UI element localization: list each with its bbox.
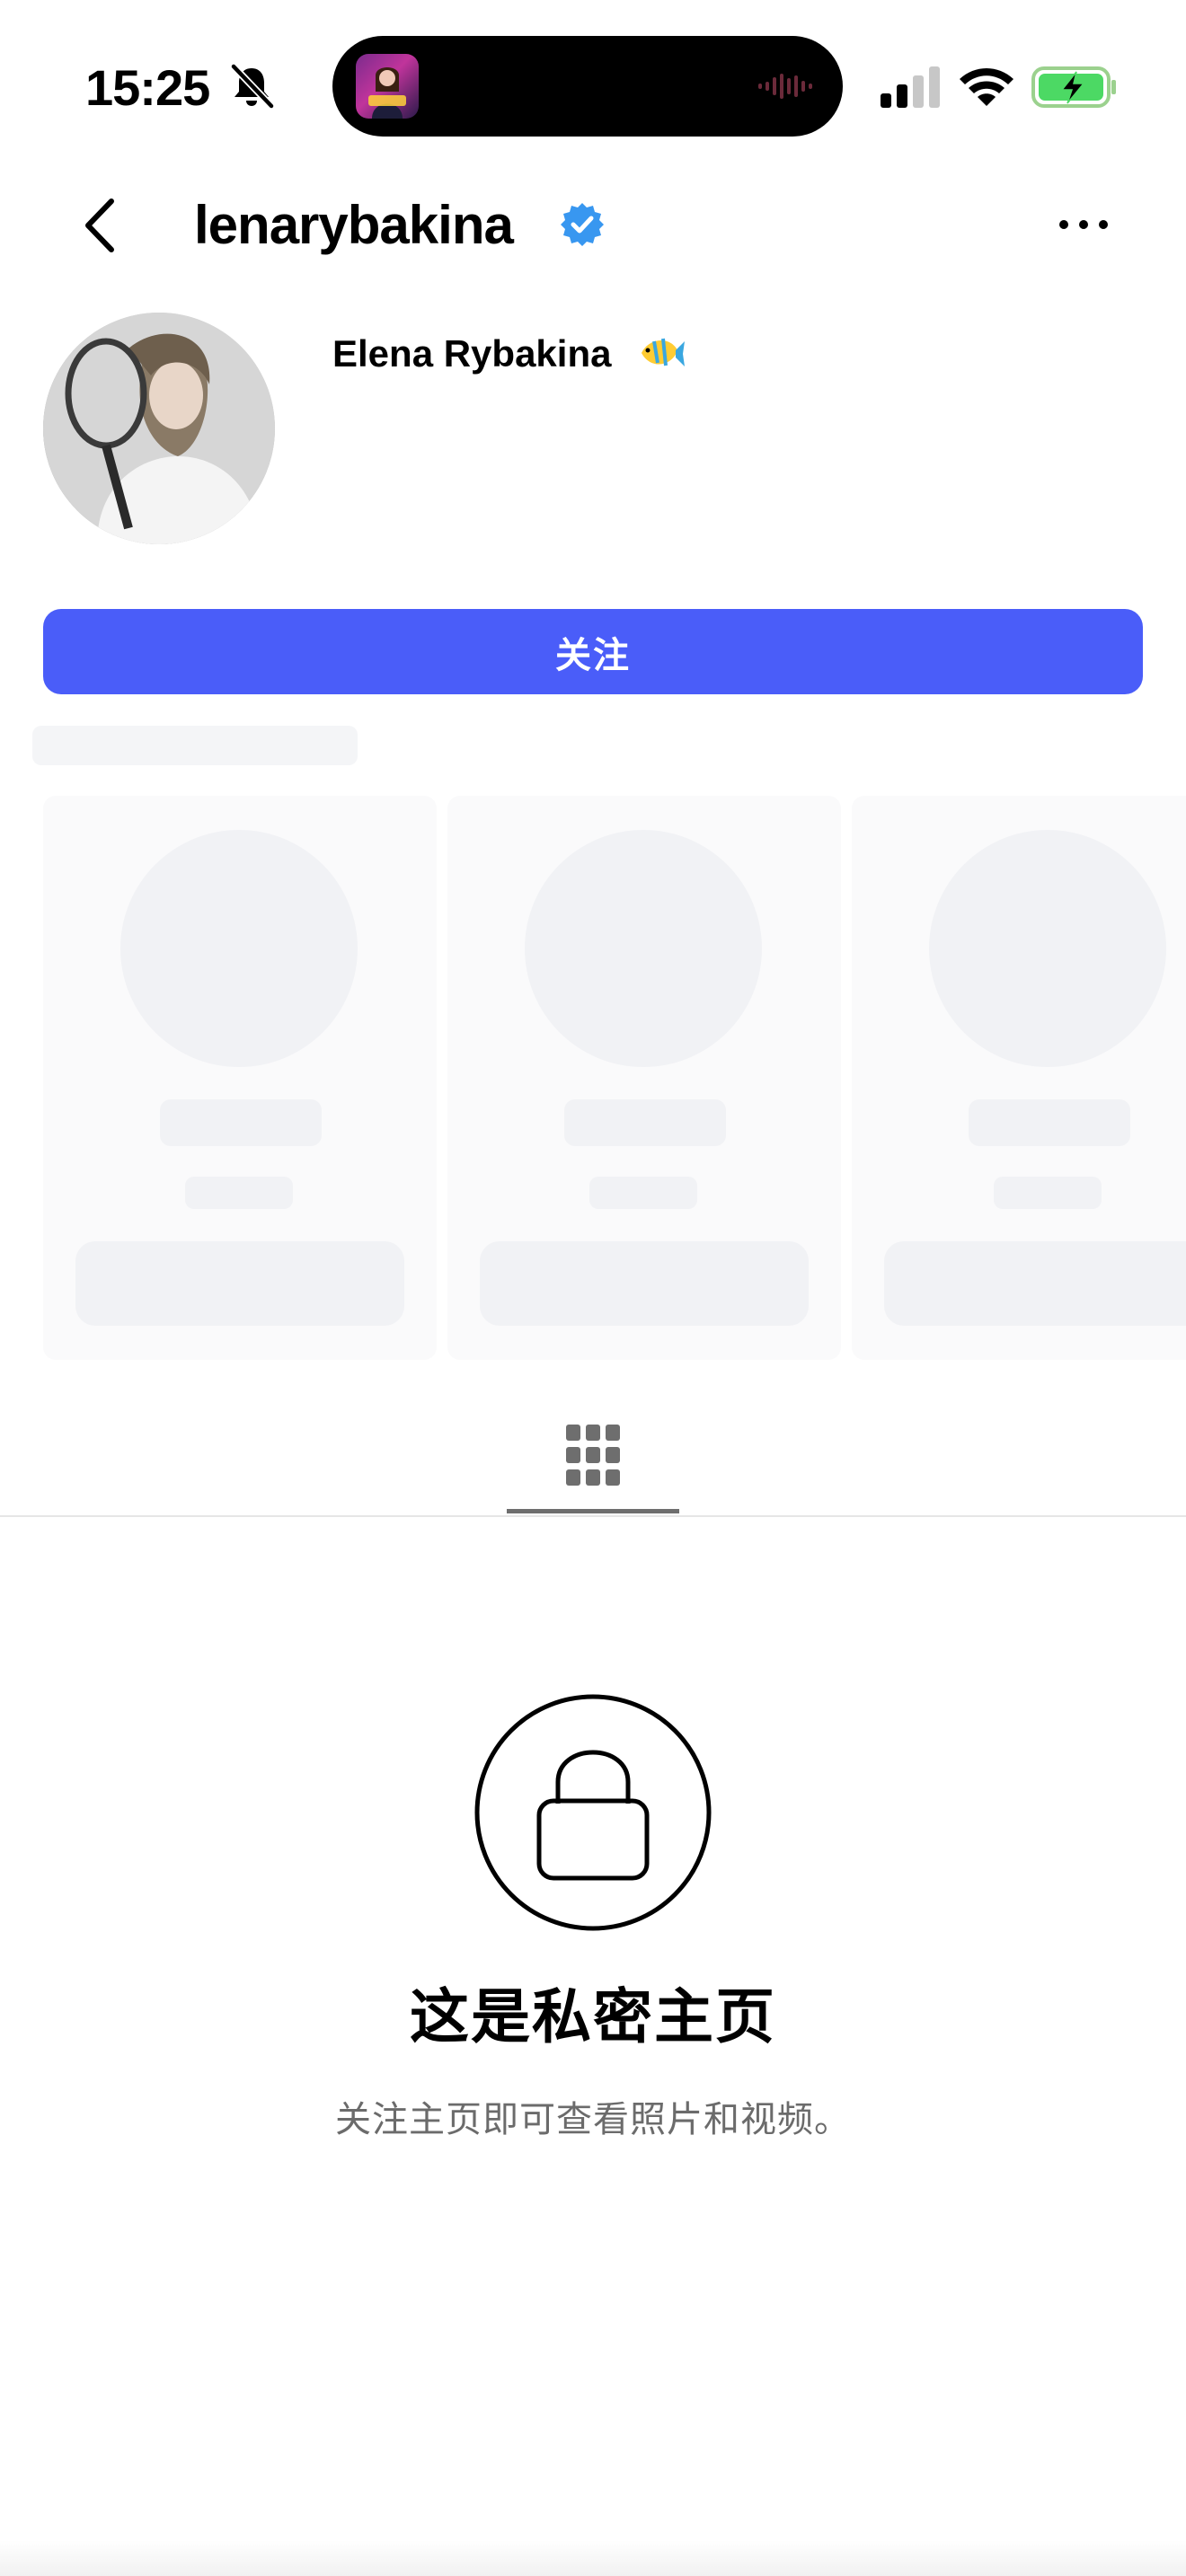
skeleton-name-line (160, 1099, 322, 1146)
skeleton-avatar (929, 830, 1166, 1067)
skeleton-button (480, 1241, 809, 1326)
skeleton-name-line (564, 1099, 726, 1146)
skeleton-name-line (969, 1099, 1130, 1146)
now-playing-thumbnail[interactable] (356, 54, 419, 119)
skeleton-suggestion-card (447, 796, 841, 1360)
bell-slash-icon (230, 63, 275, 110)
profile-username: lenarybakina (194, 195, 514, 255)
tropical-fish-icon (642, 338, 685, 366)
grid-icon[interactable] (566, 1423, 620, 1487)
skeleton-subtitle-line (994, 1177, 1102, 1209)
active-tab-indicator (507, 1509, 679, 1513)
bottom-shade (0, 2540, 1186, 2576)
back-icon[interactable] (77, 192, 124, 259)
skeleton-suggestion-card (43, 796, 437, 1360)
avatar[interactable] (43, 313, 275, 544)
tab-divider (0, 1515, 1186, 1517)
skeleton-subtitle-line (185, 1177, 293, 1209)
skeleton-suggested-title (32, 726, 358, 765)
battery-charging-icon (1031, 66, 1116, 108)
skeleton-button (75, 1241, 404, 1326)
status-time: 15:25 (85, 59, 210, 116)
private-account-title: 这是私密主页 (410, 1983, 776, 2050)
follow-button[interactable]: 关注 (43, 609, 1143, 694)
display-name: Elena Rybakina (332, 332, 612, 375)
wifi-icon (960, 68, 1013, 106)
more-icon[interactable] (1057, 216, 1111, 234)
audio-waveform-icon (758, 74, 812, 99)
verified-icon (561, 203, 604, 246)
skeleton-avatar (120, 830, 358, 1067)
skeleton-avatar (525, 830, 762, 1067)
lock-icon (474, 1694, 712, 1931)
skeleton-button (884, 1241, 1186, 1326)
skeleton-suggestion-card (852, 796, 1186, 1360)
skeleton-subtitle-line (589, 1177, 697, 1209)
private-account-subtitle: 关注主页即可查看照片和视频。 (335, 2100, 851, 2139)
signal-icon (881, 66, 940, 108)
